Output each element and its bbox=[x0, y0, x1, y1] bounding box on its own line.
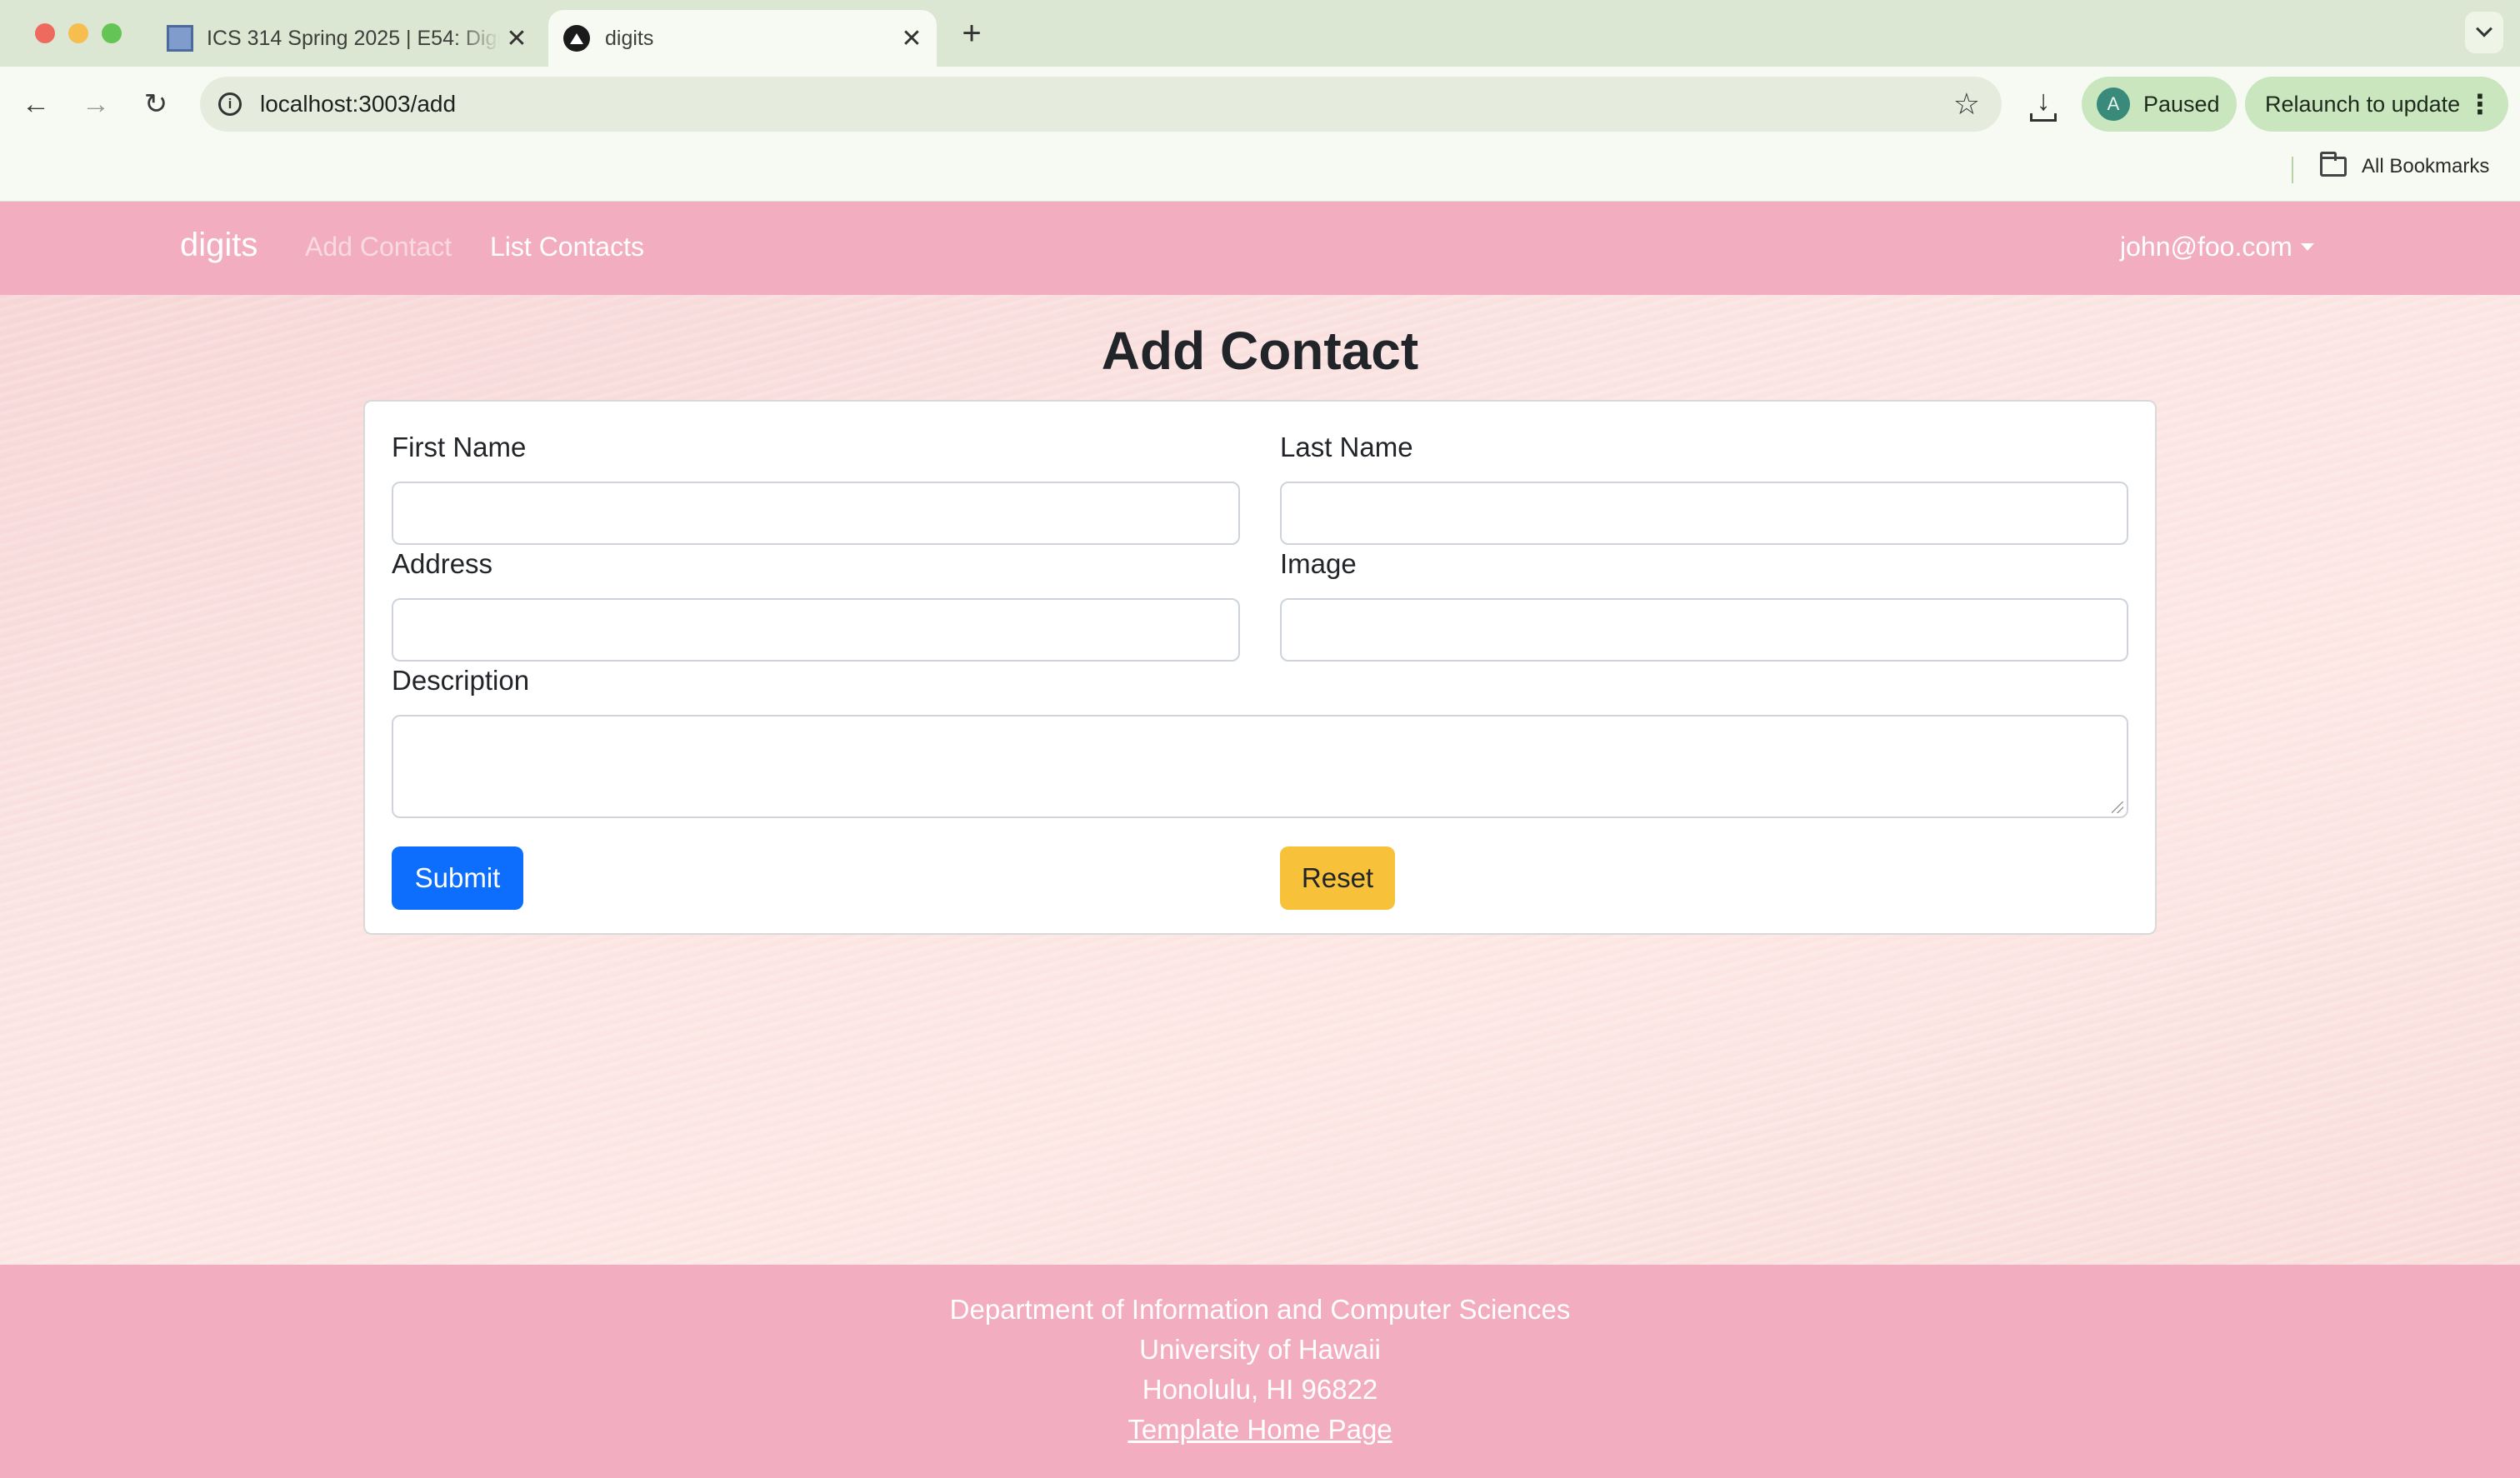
user-dropdown[interactable]: john@foo.com bbox=[2120, 232, 2314, 262]
footer-address: Honolulu, HI 96822 bbox=[1142, 1374, 1378, 1405]
new-tab-button[interactable]: + bbox=[955, 15, 988, 52]
profile-paused-button[interactable]: A Paused bbox=[2082, 77, 2237, 132]
relaunch-label: Relaunch to update bbox=[2265, 91, 2461, 117]
tab-close-icon[interactable]: ✕ bbox=[895, 24, 928, 53]
browser-toolbar: ← → ↻ i localhost:3003/add ☆ ↓ A Paused … bbox=[0, 67, 2520, 142]
address-bar-url[interactable]: localhost:3003/add bbox=[260, 91, 1953, 117]
digits-favicon-icon bbox=[563, 25, 590, 52]
user-email: john@foo.com bbox=[2120, 232, 2292, 262]
address-input[interactable] bbox=[392, 598, 1240, 662]
forward-arrow-icon[interactable]: → bbox=[78, 87, 113, 122]
bookmark-star-icon[interactable]: ☆ bbox=[1953, 87, 1980, 122]
browser-tab-strip: ICS 314 Spring 2025 | E54: Digits ✕ digi… bbox=[0, 0, 2520, 67]
tab-search-chevron-icon[interactable] bbox=[2465, 12, 2503, 53]
profile-avatar: A bbox=[2097, 87, 2130, 121]
resize-handle-icon[interactable] bbox=[2112, 801, 2123, 813]
window-zoom-button[interactable] bbox=[102, 23, 122, 43]
caret-down-icon bbox=[2300, 243, 2314, 251]
address-label: Address bbox=[392, 548, 493, 579]
first-name-input[interactable] bbox=[392, 482, 1240, 545]
add-contact-form: First Name Last Name Address Image Descr… bbox=[363, 400, 2157, 935]
tab-title: digits bbox=[605, 26, 654, 50]
last-name-input[interactable] bbox=[1280, 482, 2128, 545]
last-name-label: Last Name bbox=[1280, 432, 1413, 462]
course-site-favicon-icon bbox=[167, 25, 193, 52]
nav-link-add-contact[interactable]: Add Contact bbox=[305, 232, 452, 262]
reset-button[interactable]: Reset bbox=[1280, 846, 1395, 910]
description-label: Description bbox=[392, 665, 530, 696]
footer-department: Department of Information and Computer S… bbox=[949, 1294, 1571, 1325]
template-home-link[interactable]: Template Home Page bbox=[1128, 1414, 1392, 1445]
all-bookmarks-button[interactable]: All Bookmarks bbox=[2320, 152, 2490, 178]
tab-close-icon[interactable]: ✕ bbox=[500, 24, 533, 53]
footer-university: University of Hawaii bbox=[1139, 1334, 1381, 1365]
site-navbar: digits Add Contact List Contacts john@fo… bbox=[0, 202, 2520, 295]
download-icon[interactable]: ↓ bbox=[2027, 87, 2060, 122]
page-title: Add Contact bbox=[1101, 321, 1419, 381]
navbar-brand[interactable]: digits bbox=[180, 227, 258, 264]
more-menu-icon[interactable]: ⋮ bbox=[2467, 88, 2493, 120]
bookmarks-divider bbox=[2292, 157, 2293, 183]
folder-icon bbox=[2320, 152, 2347, 177]
relaunch-update-button[interactable]: Relaunch to update ⋮ bbox=[2245, 77, 2508, 132]
submit-button[interactable]: Submit bbox=[392, 846, 523, 910]
description-textarea[interactable] bbox=[392, 715, 2128, 818]
first-name-label: First Name bbox=[392, 432, 527, 462]
bookmarks-bar: All Bookmarks bbox=[0, 142, 2520, 202]
nav-link-list-contacts[interactable]: List Contacts bbox=[490, 232, 644, 262]
profile-status-label: Paused bbox=[2143, 91, 2220, 117]
back-arrow-icon[interactable]: ← bbox=[18, 87, 53, 122]
page-content: digits Add Contact List Contacts john@fo… bbox=[0, 202, 2520, 1478]
site-footer: Department of Information and Computer S… bbox=[0, 1265, 2520, 1478]
image-input[interactable] bbox=[1280, 598, 2128, 662]
reload-icon[interactable]: ↻ bbox=[138, 87, 173, 122]
tab-title: ICS 314 Spring 2025 | E54: Digits bbox=[207, 26, 500, 50]
browser-tab-digits[interactable]: digits ✕ bbox=[548, 10, 937, 67]
image-label: Image bbox=[1280, 548, 1357, 579]
browser-tab-ics314[interactable]: ICS 314 Spring 2025 | E54: Digits ✕ bbox=[158, 10, 542, 67]
window-close-button[interactable] bbox=[35, 23, 55, 43]
site-info-icon[interactable]: i bbox=[218, 92, 242, 116]
address-bar[interactable]: i localhost:3003/add ☆ bbox=[200, 77, 2002, 132]
all-bookmarks-label: All Bookmarks bbox=[2362, 155, 2490, 177]
window-minimize-button[interactable] bbox=[68, 23, 88, 43]
